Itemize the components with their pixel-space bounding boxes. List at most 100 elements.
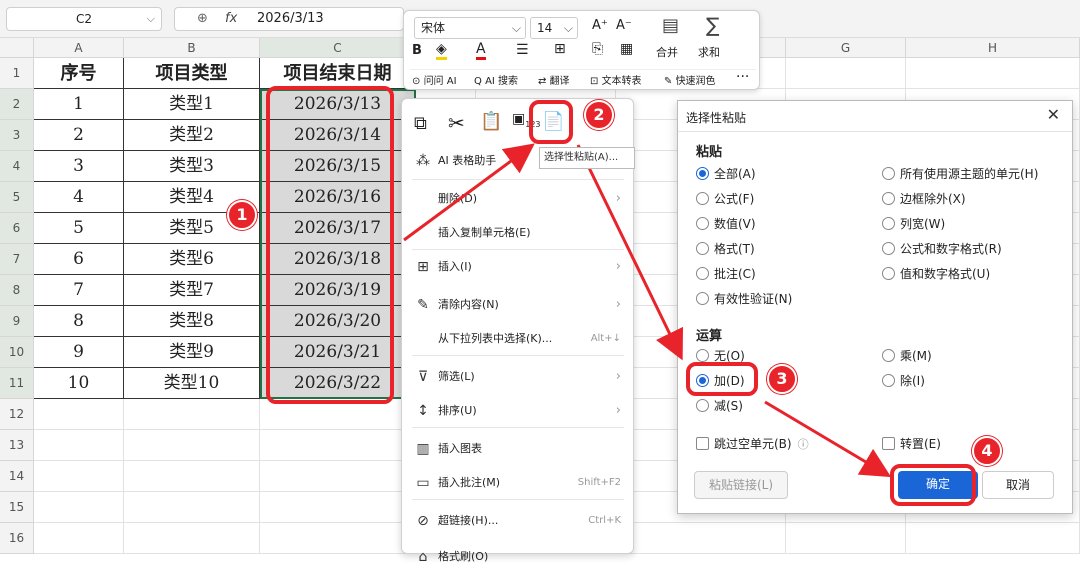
cancel-button[interactable]: 取消 bbox=[982, 471, 1054, 499]
merge-button[interactable]: 合并 bbox=[656, 44, 678, 60]
row-header[interactable]: 13 bbox=[0, 430, 34, 461]
row-header[interactable]: 6 bbox=[0, 213, 34, 244]
row-header[interactable]: 5 bbox=[0, 182, 34, 213]
radio-option[interactable]: 值和数字格式(U) bbox=[882, 265, 990, 283]
table-cell[interactable]: 7 bbox=[34, 275, 124, 306]
col-header-b[interactable]: B bbox=[124, 38, 260, 58]
grid-cell[interactable] bbox=[34, 461, 124, 492]
grid-cell[interactable] bbox=[124, 523, 260, 554]
menu-item[interactable]: ▭ 插入批注(M) Shift+F2 bbox=[402, 469, 635, 497]
table-cell[interactable]: 6 bbox=[34, 244, 124, 275]
decrease-font-icon[interactable]: A⁻ bbox=[616, 18, 632, 33]
radio-option[interactable]: 公式(F) bbox=[696, 190, 754, 208]
cut-icon[interactable]: ✂ bbox=[448, 111, 465, 135]
table-cell[interactable]: 3 bbox=[34, 151, 124, 182]
menu-item[interactable]: 删除(D) › bbox=[402, 185, 635, 213]
grid-cell[interactable] bbox=[906, 523, 1080, 554]
row-header[interactable]: 11 bbox=[0, 368, 34, 399]
row-header[interactable]: 4 bbox=[0, 151, 34, 182]
radio-option[interactable]: 公式和数字格式(R) bbox=[882, 240, 1002, 258]
text-to-table-button[interactable]: ⊡ 文本转表 bbox=[590, 72, 642, 87]
menu-item[interactable]: ⊽ 筛选(L) › bbox=[402, 363, 635, 391]
bold-icon[interactable]: B bbox=[412, 43, 422, 58]
paste-icon[interactable]: 📋 bbox=[480, 111, 502, 132]
chevron-down-icon[interactable]: ⌵ bbox=[147, 8, 155, 30]
table-cell[interactable]: 8 bbox=[34, 306, 124, 337]
radio-option[interactable]: 格式(T) bbox=[696, 240, 755, 258]
fill-color-icon[interactable]: ◈ bbox=[436, 41, 447, 60]
row-header[interactable]: 7 bbox=[0, 244, 34, 275]
grid-cell[interactable] bbox=[260, 461, 416, 492]
select-all-corner[interactable] bbox=[0, 38, 34, 58]
font-size-select[interactable]: 14 ⌵ bbox=[530, 17, 578, 39]
name-box[interactable]: C2 ⌵ bbox=[6, 7, 162, 31]
radio-option[interactable]: 批注(C) bbox=[696, 265, 756, 283]
grid-cell[interactable] bbox=[786, 523, 906, 554]
row-header[interactable]: 3 bbox=[0, 120, 34, 151]
grid-cell[interactable] bbox=[616, 523, 786, 554]
col-header-g[interactable]: G bbox=[786, 38, 906, 58]
menu-item[interactable]: 从下拉列表中选择(K)... Alt+↓ bbox=[402, 325, 635, 353]
increase-font-icon[interactable]: A⁺ bbox=[592, 18, 608, 33]
grid-cell[interactable] bbox=[124, 399, 260, 430]
table-cell[interactable]: 5 bbox=[34, 213, 124, 244]
radio-option[interactable]: 所有使用源主题的单元(H) bbox=[882, 165, 1038, 183]
grid-cell[interactable] bbox=[260, 430, 416, 461]
radio-option[interactable]: 列宽(W) bbox=[882, 215, 945, 233]
table-header-cell[interactable]: 项目类型 bbox=[124, 58, 260, 89]
grid-cell[interactable] bbox=[124, 461, 260, 492]
radio-option[interactable]: 减(S) bbox=[696, 397, 743, 415]
table-cell[interactable]: 类型1 bbox=[124, 89, 260, 120]
transpose-checkbox[interactable]: 转置(E) bbox=[882, 435, 941, 453]
table-cell[interactable]: 10 bbox=[34, 368, 124, 399]
formula-input[interactable]: ⊕ fx 2026/3/13 bbox=[174, 7, 404, 31]
copy-icon[interactable]: ⧉ bbox=[414, 113, 427, 134]
table-cell[interactable]: 类型9 bbox=[124, 337, 260, 368]
col-header-c[interactable]: C bbox=[260, 38, 416, 58]
table-header-cell[interactable]: 序号 bbox=[34, 58, 124, 89]
grid-cell[interactable] bbox=[260, 492, 416, 523]
border-icon[interactable]: ⊞ bbox=[554, 41, 566, 57]
row-header[interactable]: 2 bbox=[0, 89, 34, 120]
menu-item[interactable]: ⊞ 插入(I) › bbox=[402, 253, 635, 281]
grid-cell[interactable] bbox=[124, 492, 260, 523]
menu-item[interactable]: ⌂ 格式刷(O) bbox=[402, 543, 635, 571]
radio-option[interactable]: 有效性验证(N) bbox=[696, 290, 792, 308]
row-header[interactable]: 8 bbox=[0, 275, 34, 306]
grid-cell[interactable] bbox=[260, 523, 416, 554]
radio-option[interactable]: 乘(M) bbox=[882, 347, 932, 365]
row-header[interactable]: 12 bbox=[0, 399, 34, 430]
row-header[interactable]: 10 bbox=[0, 337, 34, 368]
fx-icon[interactable]: fx bbox=[225, 11, 237, 26]
table-cell[interactable]: 类型3 bbox=[124, 151, 260, 182]
radio-option[interactable]: 数值(V) bbox=[696, 215, 756, 233]
sum-icon[interactable]: ∑ bbox=[706, 13, 719, 37]
radio-option[interactable]: 边框除外(X) bbox=[882, 190, 966, 208]
font-color-icon[interactable]: A bbox=[476, 41, 486, 60]
radio-option[interactable]: 全部(A) bbox=[696, 165, 756, 183]
row-header[interactable]: 9 bbox=[0, 306, 34, 337]
more-icon[interactable]: ··· bbox=[736, 69, 749, 85]
info-icon[interactable]: ⓘ bbox=[798, 438, 809, 451]
grid-cell[interactable] bbox=[34, 399, 124, 430]
table-cell[interactable]: 4 bbox=[34, 182, 124, 213]
row-header[interactable]: 1 bbox=[0, 58, 34, 89]
grid-cell[interactable] bbox=[34, 430, 124, 461]
cell-format-icon[interactable]: ▦ bbox=[620, 41, 633, 57]
table-cell[interactable]: 2 bbox=[34, 120, 124, 151]
align-icon[interactable]: ☰ bbox=[516, 42, 529, 58]
grid-cell[interactable] bbox=[124, 430, 260, 461]
ai-ask-button[interactable]: ⊙ 问问 AI bbox=[412, 72, 457, 87]
grid-cell[interactable] bbox=[34, 492, 124, 523]
table-cell[interactable]: 类型8 bbox=[124, 306, 260, 337]
grid-cell[interactable] bbox=[34, 523, 124, 554]
ai-search-button[interactable]: Q AI 搜索 bbox=[474, 72, 518, 87]
row-header[interactable]: 16 bbox=[0, 523, 34, 554]
close-icon[interactable]: ✕ bbox=[1047, 105, 1060, 124]
table-cell[interactable]: 类型10 bbox=[124, 368, 260, 399]
sum-button[interactable]: 求和 bbox=[698, 44, 720, 60]
translate-button[interactable]: ⇄ 翻译 bbox=[538, 72, 570, 87]
skip-blanks-checkbox[interactable]: 跳过空单元(B) ⓘ bbox=[696, 435, 809, 453]
format-painter-icon[interactable]: ⎘ bbox=[592, 41, 603, 57]
table-cell[interactable]: 1 bbox=[34, 89, 124, 120]
